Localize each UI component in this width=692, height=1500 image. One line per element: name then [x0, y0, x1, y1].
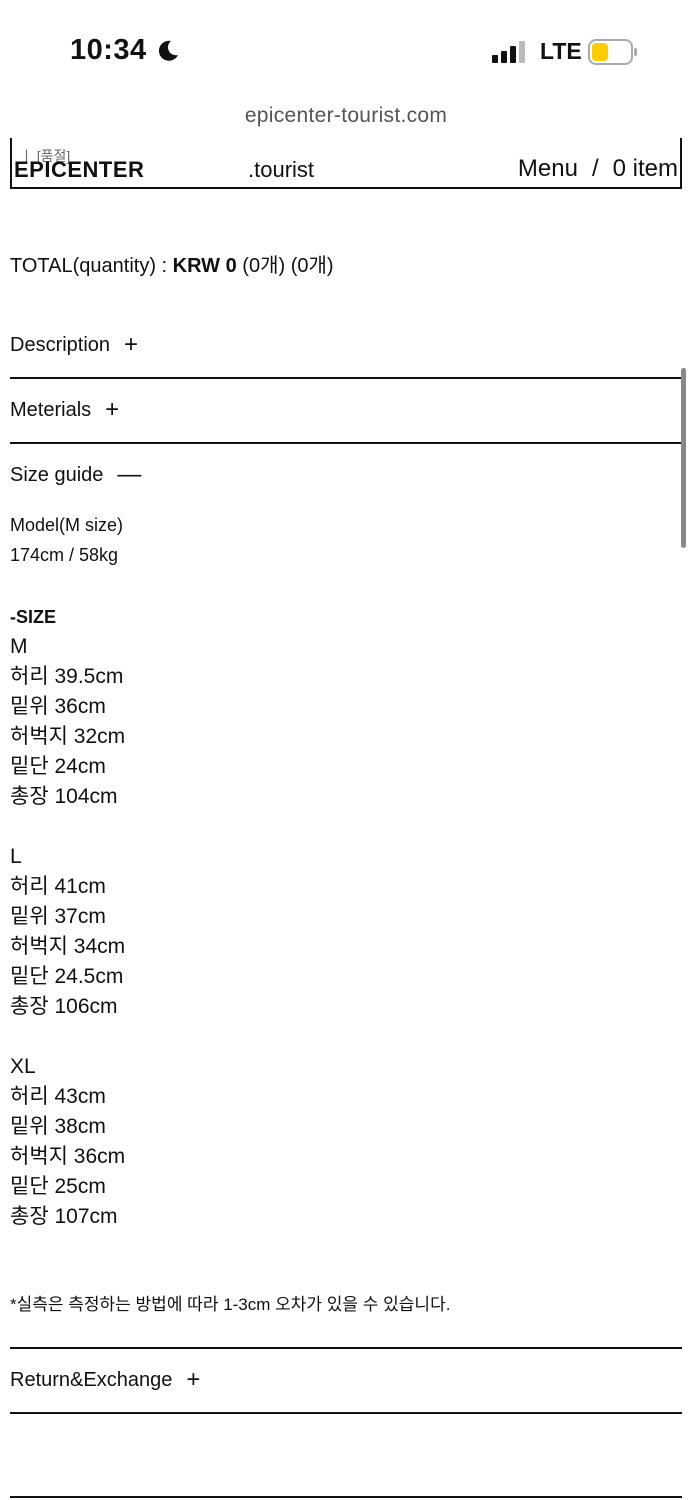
- header-nav: Menu / 0 item: [518, 155, 678, 183]
- description-toggle[interactable]: Description +: [10, 333, 682, 357]
- moon-icon: [158, 40, 178, 61]
- size-row: 허리 41cm: [10, 875, 106, 898]
- size-row: 밑위 36cm: [10, 695, 106, 718]
- total-line: TOTAL(quantity) : KRW 0 (0개) (0개): [10, 249, 334, 278]
- size-guide-toggle[interactable]: Size guide —: [10, 463, 682, 487]
- size-row: 허리 43cm: [10, 1085, 106, 1108]
- cellular-signal-icon: [492, 41, 525, 63]
- size-row: 허벅지 36cm: [10, 1145, 126, 1168]
- network-label: LTE: [540, 38, 582, 64]
- total-label: TOTAL(quantity) :: [10, 255, 173, 277]
- model-size: Model(M size): [10, 515, 124, 535]
- total-qty-1: (0개): [236, 255, 286, 277]
- total-qty-2: (0개): [285, 255, 334, 277]
- size-row: 밑위 37cm: [10, 905, 106, 928]
- status-time: 10:34: [70, 34, 147, 66]
- plus-icon: +: [186, 1366, 201, 1393]
- model-measurements: 174cm / 58kg: [10, 545, 119, 565]
- divider: [10, 442, 682, 444]
- return-exchange-label: Return&Exchange: [10, 1368, 173, 1391]
- divider: [10, 377, 682, 379]
- minus-icon: —: [117, 461, 142, 488]
- size-row: 밑단 25cm: [10, 1175, 106, 1198]
- size-block-m: M 허리 39.5cm 밑위 36cm 허벅지 32cm 밑단 24cm 총장 …: [10, 632, 670, 812]
- size-row: 밑단 24.5cm: [10, 965, 124, 988]
- return-exchange-toggle[interactable]: Return&Exchange +: [10, 1368, 682, 1392]
- materials-toggle[interactable]: Meterials +: [10, 398, 682, 422]
- site-header: ㅣ [품절] EPICENTER .tourist Menu / 0 item: [10, 138, 682, 189]
- address-bar[interactable]: epicenter-tourist.com: [0, 104, 692, 128]
- size-block-l: L 허리 41cm 밑위 37cm 허벅지 34cm 밑단 24.5cm 총장 …: [10, 842, 670, 1022]
- status-bar: 10:34 LTE: [0, 0, 692, 100]
- plus-icon: +: [124, 331, 139, 358]
- brand-logo[interactable]: EPICENTER: [14, 157, 144, 183]
- size-row: 허벅지 34cm: [10, 935, 126, 958]
- scrollbar-thumb[interactable]: [681, 368, 686, 548]
- menu-button[interactable]: Menu: [518, 155, 578, 183]
- materials-label: Meterials: [10, 398, 92, 421]
- size-row: 총장 106cm: [10, 995, 118, 1018]
- cart-button[interactable]: 0 item: [613, 155, 678, 183]
- size-label: XL: [10, 1055, 36, 1078]
- measurement-note: *실측은 측정하는 방법에 따라 1-3cm 오차가 있을 수 있습니다.: [10, 1295, 451, 1314]
- divider: [10, 1412, 682, 1414]
- plus-icon: +: [105, 396, 120, 423]
- size-row: 허리 39.5cm: [10, 665, 124, 688]
- size-row: 총장 104cm: [10, 785, 118, 808]
- size-guide-label: Size guide: [10, 463, 104, 486]
- brand-suffix[interactable]: .tourist: [248, 157, 314, 183]
- size-row: 총장 107cm: [10, 1205, 118, 1228]
- size-heading: -SIZE: [10, 607, 57, 627]
- size-block-xl: XL 허리 43cm 밑위 38cm 허벅지 36cm 밑단 25cm 총장 1…: [10, 1052, 670, 1232]
- divider: [10, 1347, 682, 1349]
- size-row: 허벅지 32cm: [10, 725, 126, 748]
- size-row: 밑단 24cm: [10, 755, 106, 778]
- size-label: M: [10, 635, 28, 658]
- description-label: Description: [10, 333, 111, 356]
- size-guide-content: Model(M size) 174cm / 58kg -SIZE M 허리 39…: [10, 510, 670, 1262]
- battery-icon: [588, 39, 637, 65]
- size-label: L: [10, 845, 22, 868]
- nav-separator: /: [591, 155, 599, 182]
- size-row: 밑위 38cm: [10, 1115, 106, 1138]
- total-amount: KRW 0: [172, 255, 237, 277]
- divider: [10, 1496, 682, 1498]
